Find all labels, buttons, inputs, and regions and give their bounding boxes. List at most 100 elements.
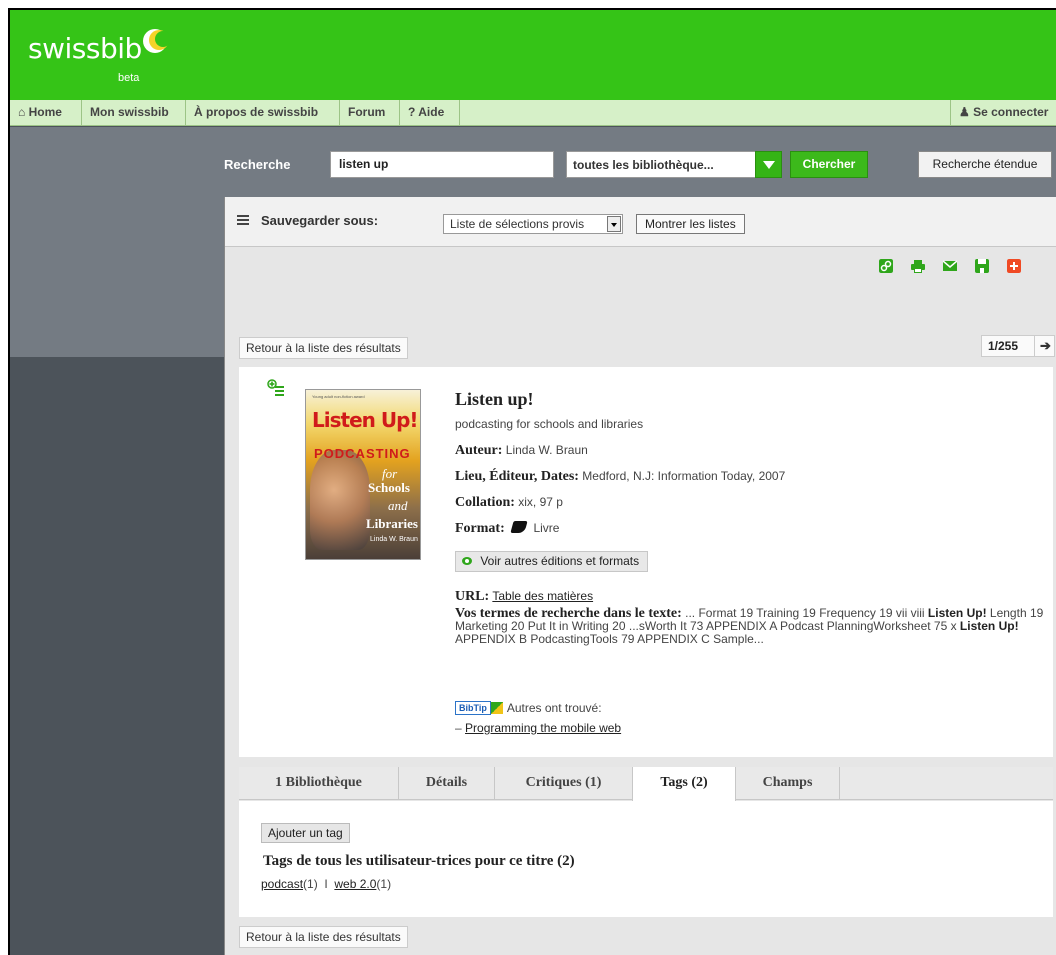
tag-link[interactable]: web 2.0 — [334, 877, 376, 891]
nav-login[interactable]: ♟ Se connecter — [950, 100, 1056, 126]
main-nav: ⌂ Home Mon swissbib À propos de swissbib… — [10, 100, 1056, 126]
nav-login-label: Se connecter — [973, 105, 1049, 119]
eye-icon — [462, 557, 472, 565]
record-format: Format: Livre — [455, 521, 559, 537]
cover-photo — [310, 450, 370, 550]
publication-value: Medford, N.J: Information Today, 2007 — [582, 469, 786, 483]
bibtip-logo: BibTip — [455, 701, 491, 715]
list-select[interactable]: Liste de sélections provis — [443, 214, 623, 234]
bibtip-dash: – — [455, 721, 462, 735]
cover-and: and — [388, 498, 408, 513]
search-terms-snippet: Vos termes de recherche dans le texte: .… — [455, 607, 1049, 646]
save-bar: Sauvegarder sous: Liste de sélections pr… — [225, 197, 1056, 247]
search-button[interactable]: Chercher — [790, 151, 868, 178]
book-cover[interactable]: Young adult non-fiction award Listen Up!… — [305, 389, 421, 560]
collation-value: xix, 97 p — [518, 495, 563, 509]
print-icon[interactable] — [911, 259, 925, 273]
chevron-down-icon[interactable] — [755, 151, 782, 178]
collation-label: Collation: — [455, 495, 515, 510]
record-collation: Collation: xix, 97 p — [455, 495, 563, 511]
other-editions-label: Voir autres éditions et formats — [480, 554, 640, 568]
cover-top-text: Young adult non-fiction award — [312, 394, 365, 399]
bibtip-logo-icon — [490, 702, 503, 714]
tab-tags[interactable]: Tags (2) — [632, 767, 736, 801]
cover-schools: Schools — [368, 480, 410, 495]
search-label: Recherche — [224, 157, 291, 172]
record-card: Young adult non-fiction award Listen Up!… — [239, 367, 1053, 757]
logo[interactable]: swissbib — [28, 32, 142, 65]
cover-title: Listen Up! — [312, 408, 419, 432]
show-lists-button[interactable]: Montrer les listes — [636, 214, 745, 234]
cover-libraries: Libraries — [366, 516, 418, 531]
site-header: swissbib beta — [10, 10, 1056, 100]
nav-a-propos-label: À propos de swissbib — [194, 105, 319, 119]
nav-home-label: Home — [28, 105, 62, 119]
nav-home[interactable]: ⌂ Home — [10, 100, 82, 126]
advanced-search-button[interactable]: Recherche étendue — [918, 151, 1052, 178]
search-bar: Recherche listen up toutes les bibliothè… — [10, 127, 1056, 197]
tab-critiques[interactable]: Critiques (1) — [495, 767, 633, 800]
nav-a-propos[interactable]: À propos de swissbib — [186, 100, 340, 126]
record-author: Auteur: Linda W. Braun — [455, 443, 588, 459]
add-icon[interactable] — [1007, 259, 1021, 273]
bibtip-section: BibTip Autres ont trouvé: – Programming … — [455, 701, 621, 735]
tag-separator: I — [324, 877, 328, 891]
home-icon: ⌂ — [18, 105, 26, 119]
list-icon — [237, 215, 249, 225]
moon-icon — [143, 29, 170, 53]
tab-details[interactable]: Détails — [399, 767, 495, 800]
nav-aide-label: Aide — [418, 105, 445, 119]
format-label: Format: — [455, 521, 505, 536]
nav-aide[interactable]: ? Aide — [400, 100, 460, 126]
bibtip-item: – Programming the mobile web — [455, 721, 621, 735]
snippet-text-3: APPENDIX B PodcastingTools 79 APPENDIX C… — [455, 632, 764, 646]
tags-heading: Tags de tous les utilisateur-trices pour… — [263, 853, 575, 869]
table-of-contents-link[interactable]: Table des matières — [492, 589, 593, 603]
tags-panel: Ajouter un tag Tags de tous les utilisat… — [239, 801, 1053, 917]
record-publication: Lieu, Éditeur, Dates: Medford, N.J: Info… — [455, 469, 785, 485]
record-url: URL: Table des matières — [455, 589, 593, 605]
library-scope-select[interactable]: toutes les bibliothèque... — [566, 151, 761, 178]
author-label: Auteur: — [455, 443, 503, 458]
result-pager: 1/255 ➔ — [981, 335, 1055, 357]
nav-mon-swissbib[interactable]: Mon swissbib — [82, 100, 186, 126]
back-to-results-button-bottom[interactable]: Retour à la liste des résultats — [239, 926, 408, 948]
add-tag-button[interactable]: Ajouter un tag — [261, 823, 350, 843]
publication-label: Lieu, Éditeur, Dates: — [455, 469, 579, 484]
nav-forum[interactable]: Forum — [340, 100, 400, 126]
page-frame: swissbib beta ⌂ Home Mon swissbib À prop… — [8, 8, 1056, 955]
snippet-highlight-1: Listen Up! — [927, 606, 987, 620]
format-value: Livre — [533, 521, 560, 535]
cover-subtitle: PODCASTING — [314, 446, 411, 461]
other-editions-button[interactable]: Voir autres éditions et formats — [455, 551, 649, 572]
author-value: Linda W. Braun — [505, 443, 588, 457]
url-label: URL: — [455, 589, 490, 604]
user-icon: ♟ — [959, 105, 970, 119]
add-to-list-icon[interactable] — [267, 379, 285, 397]
next-arrow-icon[interactable]: ➔ — [1040, 338, 1051, 354]
tag-link[interactable]: podcast — [261, 877, 303, 891]
tag-count: (1) — [376, 877, 392, 891]
tab-champs[interactable]: Champs — [736, 767, 840, 800]
left-sidebar — [10, 197, 224, 357]
help-icon: ? — [408, 105, 416, 119]
main-content: Sauvegarder sous: Liste de sélections pr… — [224, 197, 1056, 955]
nav-forum-label: Forum — [348, 105, 386, 119]
save-label: Sauvegarder sous: — [261, 213, 379, 228]
back-to-results-button[interactable]: Retour à la liste des résultats — [239, 337, 408, 359]
search-input[interactable]: listen up — [330, 151, 554, 178]
record-subtitle: podcasting for schools and libraries — [455, 417, 644, 431]
dropdown-arrow-icon[interactable] — [607, 216, 621, 232]
logo-beta-badge: beta — [118, 72, 140, 84]
tag-count: (1) — [303, 877, 318, 891]
bibtip-link[interactable]: Programming the mobile web — [465, 721, 621, 735]
snippet-highlight-2: Listen Up! — [959, 619, 1019, 633]
tab-bibliotheque[interactable]: 1 Bibliothèque — [239, 767, 399, 800]
email-icon[interactable] — [943, 259, 957, 273]
record-title: Listen up! — [455, 389, 534, 409]
book-icon — [510, 521, 528, 533]
save-icon[interactable] — [975, 259, 989, 273]
nav-mon-swissbib-label: Mon swissbib — [90, 105, 169, 119]
snippet-text-1: ... Format 19 Training 19 Frequency 19 v… — [681, 606, 928, 620]
link-icon[interactable] — [879, 259, 893, 273]
